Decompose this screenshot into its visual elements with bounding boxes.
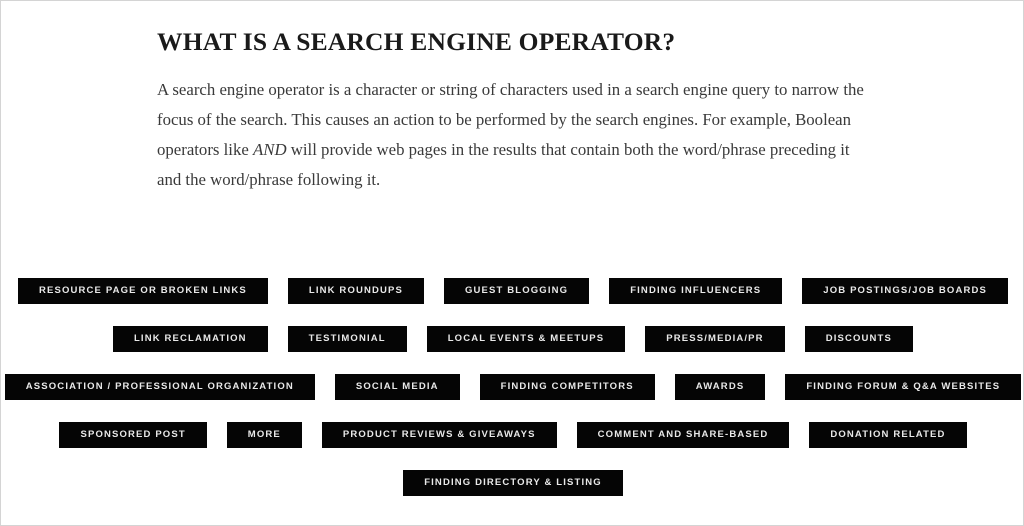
tag-button[interactable]: DONATION RELATED: [809, 422, 967, 448]
tag-button[interactable]: DISCOUNTS: [804, 326, 913, 352]
tag-button[interactable]: JOB POSTINGS/JOB BOARDS: [802, 278, 1008, 304]
tag-button[interactable]: PRODUCT REVIEWS & GIVEAWAYS: [321, 422, 557, 448]
tag-button[interactable]: LINK RECLAMATION: [112, 326, 268, 352]
tag-button[interactable]: TESTIMONIAL: [287, 326, 407, 352]
tag-row: FINDING DIRECTORY & LISTING: [1, 470, 1023, 496]
tag-button[interactable]: ASSOCIATION / PROFESSIONAL ORGANIZATION: [4, 374, 315, 400]
tag-button[interactable]: FINDING DIRECTORY & LISTING: [403, 470, 623, 496]
tag-button[interactable]: GUEST BLOGGING: [444, 278, 590, 304]
paragraph-emphasis-and: AND: [253, 140, 287, 159]
page-container: WHAT IS A SEARCH ENGINE OPERATOR? A sear…: [0, 0, 1024, 526]
article-paragraph: A search engine operator is a character …: [157, 75, 869, 195]
tag-row: ASSOCIATION / PROFESSIONAL ORGANIZATION …: [1, 374, 1023, 400]
tag-cloud: RESOURCE PAGE OR BROKEN LINKS LINK ROUND…: [1, 278, 1023, 496]
tag-button[interactable]: FINDING INFLUENCERS: [609, 278, 783, 304]
tag-button[interactable]: PRESS/MEDIA/PR: [645, 326, 785, 352]
tag-row: RESOURCE PAGE OR BROKEN LINKS LINK ROUND…: [1, 278, 1023, 304]
tag-button[interactable]: SOCIAL MEDIA: [334, 374, 460, 400]
tag-button[interactable]: LINK ROUNDUPS: [287, 278, 424, 304]
tag-button[interactable]: RESOURCE PAGE OR BROKEN LINKS: [17, 278, 268, 304]
tag-button[interactable]: FINDING FORUM & Q&A WEBSITES: [785, 374, 1022, 400]
page-title: WHAT IS A SEARCH ENGINE OPERATOR?: [157, 27, 676, 56]
tag-button[interactable]: LOCAL EVENTS & MEETUPS: [426, 326, 626, 352]
tag-row: SPONSORED POST MORE PRODUCT REVIEWS & GI…: [1, 422, 1023, 448]
tag-button[interactable]: COMMENT AND SHARE-BASED: [576, 422, 790, 448]
tag-button[interactable]: AWARDS: [674, 374, 766, 400]
tag-button[interactable]: MORE: [226, 422, 302, 448]
tag-row: LINK RECLAMATION TESTIMONIAL LOCAL EVENT…: [1, 326, 1023, 352]
article-section: WHAT IS A SEARCH ENGINE OPERATOR? A sear…: [157, 27, 869, 195]
tag-button[interactable]: SPONSORED POST: [59, 422, 207, 448]
tag-button[interactable]: FINDING COMPETITORS: [479, 374, 655, 400]
